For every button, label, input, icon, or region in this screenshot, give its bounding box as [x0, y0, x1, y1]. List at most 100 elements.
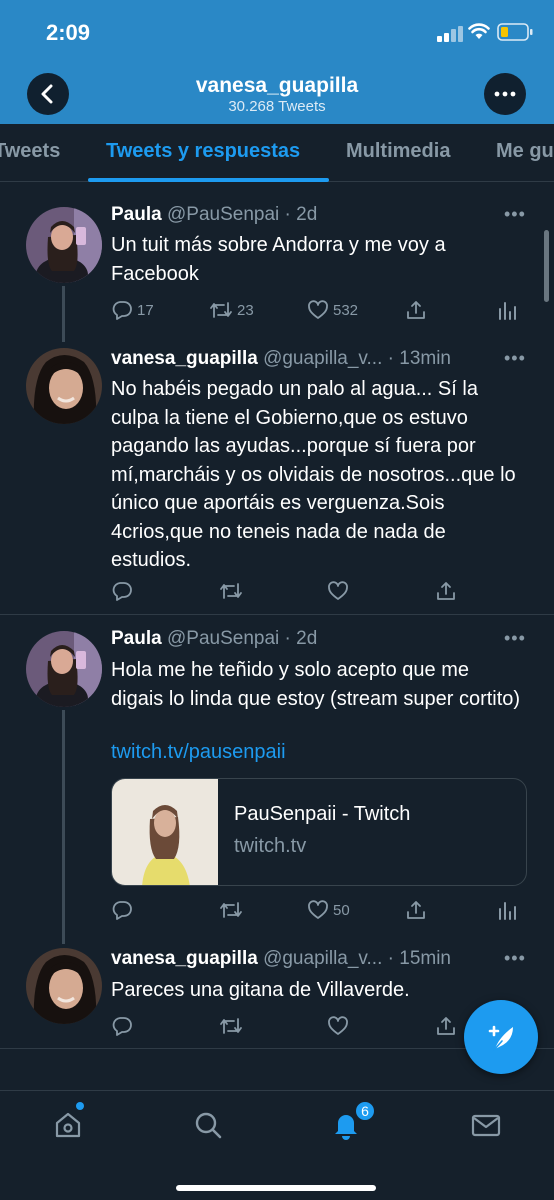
- signal-icon: [437, 26, 463, 42]
- reply-button[interactable]: [111, 578, 133, 604]
- tweet-author-handle[interactable]: @guapilla_v...: [263, 348, 382, 369]
- heart-icon: [308, 300, 328, 319]
- thread-line: [62, 286, 65, 342]
- search-icon: [195, 1112, 222, 1139]
- avatar-paula-image: [26, 631, 102, 707]
- like-button[interactable]: [327, 1013, 349, 1039]
- link-preview-title: PauSenpaii - Twitch: [234, 803, 411, 825]
- tweet-menu-icon[interactable]: •••: [504, 204, 526, 225]
- link-preview-domain: twitch.tv: [234, 835, 307, 857]
- tweet-header: Paula @PauSenpai · 2d: [111, 204, 317, 226]
- heart-icon: [328, 581, 348, 600]
- retweet-button[interactable]: [219, 897, 243, 923]
- status-time: 2:09: [46, 20, 91, 45]
- nav-home[interactable]: [48, 1105, 88, 1145]
- avatar[interactable]: [26, 631, 102, 707]
- tweet-text: No habéis pegado un palo al agua... Sí l…: [111, 378, 516, 571]
- reply-button[interactable]: [111, 897, 133, 923]
- tweet-link[interactable]: twitch.tv/pausenpaii: [111, 741, 286, 764]
- heart-icon: [328, 1016, 348, 1035]
- tweet-actions: 17 23 532: [111, 297, 521, 323]
- tweet-author-handle[interactable]: @PauSenpai: [167, 628, 279, 649]
- tab-tweets-and-replies[interactable]: Tweets y respuestas: [106, 140, 300, 163]
- home-icon: [55, 1112, 81, 1138]
- tweet-timestamp: · 2d: [284, 628, 318, 649]
- tweet-timestamp: · 13min: [387, 348, 451, 369]
- share-button[interactable]: [435, 1013, 457, 1039]
- tweet-actions: [111, 1013, 521, 1039]
- analytics-button[interactable]: [497, 297, 517, 323]
- tab-likes[interactable]: Me gu: [496, 140, 554, 163]
- link-preview-card[interactable]: PauSenpaii - Twitch twitch.tv: [111, 778, 527, 886]
- nav-search[interactable]: [188, 1105, 228, 1145]
- like-button[interactable]: 532: [307, 297, 358, 323]
- share-icon: [437, 582, 455, 600]
- tweet-menu-icon[interactable]: •••: [504, 948, 526, 969]
- reply-button[interactable]: [111, 1013, 133, 1039]
- analytics-icon: [499, 302, 516, 320]
- status-bar: 2:09: [0, 0, 554, 64]
- tweet-text: Pareces una gitana de Villaverde.: [111, 979, 410, 1001]
- avatar-paula-image: [26, 207, 102, 283]
- avatar-vanesa-image: [26, 948, 102, 1024]
- tab-tweets[interactable]: Tweets: [0, 140, 60, 163]
- tweet-author-name[interactable]: Paula: [111, 204, 162, 225]
- reply-icon: [112, 582, 132, 601]
- wifi-icon: [468, 23, 490, 39]
- tweet-author-handle[interactable]: @guapilla_v...: [263, 948, 382, 969]
- tweet-author-name[interactable]: vanesa_guapilla: [111, 348, 258, 369]
- tweet-divider: [0, 614, 554, 615]
- retweet-count: 23: [237, 301, 254, 319]
- like-count: 532: [333, 301, 359, 319]
- tweet-header: vanesa_guapilla @guapilla_v... · 13min: [111, 348, 451, 370]
- tweet-author-name[interactable]: Paula: [111, 628, 162, 649]
- compose-tweet-button[interactable]: [464, 1000, 538, 1074]
- share-button[interactable]: [405, 297, 427, 323]
- mail-icon: [471, 1114, 501, 1137]
- like-button[interactable]: 50: [307, 897, 350, 923]
- tweet-author-handle[interactable]: @PauSenpai: [167, 204, 279, 225]
- analytics-button[interactable]: [497, 897, 517, 923]
- more-options-button[interactable]: [484, 73, 526, 115]
- share-icon: [407, 301, 425, 319]
- share-icon: [437, 1017, 455, 1035]
- share-button[interactable]: [405, 897, 427, 923]
- link-preview-image: [112, 779, 218, 885]
- tweet-timestamp: · 2d: [284, 204, 318, 225]
- avatar[interactable]: [26, 207, 102, 283]
- scrollbar[interactable]: [544, 230, 549, 302]
- profile-name: vanesa_guapilla: [195, 74, 359, 97]
- share-button[interactable]: [435, 578, 457, 604]
- retweet-icon: [220, 902, 242, 918]
- retweet-button[interactable]: [219, 1013, 243, 1039]
- profile-header: 2:09 vanesa_guapilla 30.268 Tweets: [0, 0, 554, 124]
- tweet-text: Un tuit más sobre Andorra y me voy a Fac…: [111, 234, 446, 285]
- reply-icon: [112, 1017, 132, 1036]
- tweet-text: Hola me he teñido y solo acepto que me d…: [111, 659, 521, 710]
- heart-icon: [308, 900, 328, 919]
- like-button[interactable]: [327, 578, 349, 604]
- avatar[interactable]: [26, 948, 102, 1024]
- thread-line: [62, 710, 65, 944]
- like-count: 50: [333, 901, 350, 919]
- tweet-timestamp: · 15min: [387, 948, 451, 969]
- tweet-count: 30.268 Tweets: [228, 98, 326, 115]
- profile-tabs: Tweets Tweets y respuestas Multimedia Me…: [0, 124, 554, 182]
- tweet-actions: 50: [111, 897, 521, 923]
- reply-count: 17: [137, 301, 154, 319]
- tweet-author-name[interactable]: vanesa_guapilla: [111, 948, 258, 969]
- nav-messages[interactable]: [466, 1105, 506, 1145]
- retweet-icon: [210, 302, 232, 318]
- avatar[interactable]: [26, 348, 102, 424]
- retweet-button[interactable]: [219, 578, 243, 604]
- tab-media[interactable]: Multimedia: [346, 140, 450, 163]
- tweet-menu-icon[interactable]: •••: [504, 348, 526, 369]
- battery-icon: [497, 23, 533, 41]
- retweet-button[interactable]: 23: [209, 297, 254, 323]
- reply-button[interactable]: 17: [111, 297, 154, 323]
- home-unread-dot: [76, 1102, 84, 1110]
- compose-feather-icon: [488, 1025, 513, 1051]
- retweet-icon: [220, 583, 242, 599]
- analytics-icon: [499, 902, 516, 920]
- tweet-menu-icon[interactable]: •••: [504, 628, 526, 649]
